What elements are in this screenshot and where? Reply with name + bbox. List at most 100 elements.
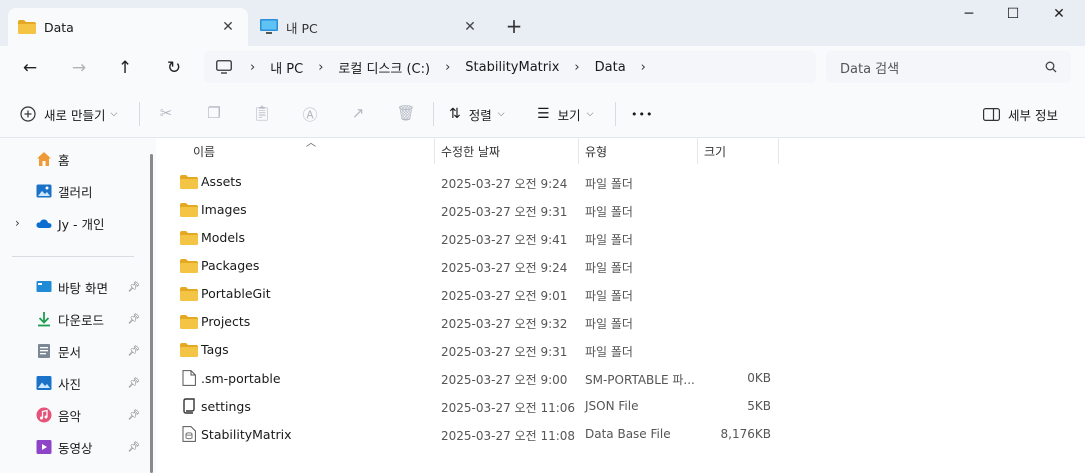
- chevron-down-icon: ⌵: [497, 109, 505, 119]
- file-name-cell: Models: [180, 230, 245, 245]
- file-row[interactable]: StabilityMatrix 2025-03-27 오전 11:08 Data…: [176, 420, 816, 448]
- maximize-icon[interactable]: ☐: [993, 6, 1033, 22]
- delete-icon[interactable]: 🗑︎: [396, 104, 416, 124]
- refresh-icon[interactable]: ↻: [162, 56, 186, 80]
- file-row[interactable]: Assets 2025-03-27 오전 9:24 파일 폴더: [176, 168, 816, 196]
- sidebar-item-videos[interactable]: 동영상 📌︎: [36, 436, 146, 458]
- file-type: JSON File: [585, 399, 639, 413]
- pin-icon[interactable]: 📌︎: [127, 282, 140, 293]
- sidebar-item-downloads[interactable]: 다운로드 📌︎: [36, 308, 146, 330]
- file-row[interactable]: .sm-portable 2025-03-27 오전 9:00 SM-PORTA…: [176, 364, 816, 392]
- share-icon[interactable]: ↗: [348, 104, 368, 124]
- file-size: 0KB: [747, 371, 771, 385]
- file-name: PortableGit: [201, 286, 271, 301]
- pictures-icon: [36, 376, 52, 390]
- sidebar-item-music[interactable]: 음악 📌︎: [36, 404, 146, 426]
- sidebar-item-pictures[interactable]: 사진 📌︎: [36, 372, 146, 394]
- paste-icon[interactable]: 📋︎: [252, 104, 272, 124]
- column-header-size[interactable]: 크기: [698, 138, 778, 164]
- sidebar-item-onedrive[interactable]: Jy - 개인: [36, 212, 146, 234]
- file-type: 파일 폴더: [585, 205, 633, 219]
- file-row[interactable]: PortableGit 2025-03-27 오전 9:01 파일 폴더: [176, 280, 816, 308]
- pin-icon[interactable]: 📌︎: [127, 346, 140, 357]
- sidebar-item-label: 홈: [58, 152, 70, 168]
- sidebar-item-label: Jy - 개인: [58, 216, 105, 232]
- address-bar: ← → ↑ ↻ › 내 PC › 로컬 디스크 (C:) › Stability…: [0, 46, 1085, 90]
- column-header-name[interactable]: 이름: [187, 138, 435, 164]
- pin-icon[interactable]: 📌︎: [127, 314, 140, 325]
- file-date: 2025-03-27 오전 11:06: [441, 401, 576, 415]
- file-size: 8,176KB: [720, 427, 771, 441]
- up-arrow-icon[interactable]: ↑: [113, 56, 137, 80]
- close-tab-icon[interactable]: ✕: [218, 19, 238, 35]
- tab-data[interactable]: Data ✕: [8, 8, 248, 46]
- more-options-button[interactable]: •••: [631, 102, 653, 126]
- copy-icon[interactable]: ❐: [204, 104, 224, 124]
- expand-chevron-icon[interactable]: ›: [15, 216, 20, 230]
- sidebar-item-gallery[interactable]: 갤러리: [36, 180, 146, 202]
- column-header-type[interactable]: 유형: [579, 138, 697, 164]
- desktop-icon: [36, 281, 52, 292]
- download-icon: [38, 312, 50, 327]
- file-row[interactable]: Models 2025-03-27 오전 9:41 파일 폴더: [176, 224, 816, 252]
- file-name: .sm-portable: [201, 370, 281, 386]
- sidebar-item-label: 사진: [58, 376, 82, 392]
- breadcrumb-item[interactable]: Data: [595, 60, 626, 75]
- details-label: 세부 정보: [1008, 107, 1058, 123]
- plus-circle-icon: [20, 106, 36, 122]
- sidebar-item-label: 동영상: [58, 440, 93, 456]
- folder-icon: [18, 20, 36, 34]
- file-type: 파일 폴더: [585, 317, 633, 331]
- file-name: Assets: [201, 174, 242, 189]
- file-row[interactable]: Packages 2025-03-27 오전 9:24 파일 폴더: [176, 252, 816, 280]
- sort-button[interactable]: ⇅ 정렬 ⌵: [449, 102, 505, 126]
- file-name-cell: Tags: [180, 342, 229, 357]
- file-date: 2025-03-27 오전 9:00: [441, 373, 568, 387]
- breadcrumb-item[interactable]: 내 PC: [270, 58, 303, 77]
- gallery-icon: [36, 184, 52, 198]
- sidebar-item-desktop[interactable]: 바탕 화면 📌︎: [36, 276, 146, 298]
- file-row[interactable]: settings 2025-03-27 오전 11:06 JSON File 5…: [176, 392, 816, 420]
- chevron-right-icon: ›: [574, 59, 580, 75]
- new-tab-icon[interactable]: +: [502, 14, 526, 38]
- sidebar-item-documents[interactable]: 문서 📌︎: [36, 340, 146, 362]
- chevron-down-icon: ⌵: [110, 109, 118, 119]
- sort-icon: ⇅: [449, 106, 461, 122]
- sidebar-divider: [12, 256, 134, 257]
- back-arrow-icon[interactable]: ←: [18, 56, 42, 80]
- file-size: 5KB: [747, 399, 771, 413]
- file-date: 2025-03-27 오전 9:24: [441, 261, 568, 275]
- file-type: 파일 폴더: [585, 177, 633, 191]
- breadcrumb-item[interactable]: 로컬 디스크 (C:): [338, 58, 430, 77]
- file-name-cell: Projects: [180, 314, 250, 329]
- pin-icon[interactable]: 📌︎: [127, 442, 140, 453]
- file-row[interactable]: Tags 2025-03-27 오전 9:31 파일 폴더: [176, 336, 816, 364]
- search-icon: [1045, 61, 1057, 73]
- file-type: 파일 폴더: [585, 289, 633, 303]
- minimize-icon[interactable]: ─: [949, 6, 989, 22]
- column-divider[interactable]: [778, 138, 779, 164]
- folder-icon: [180, 286, 198, 301]
- documents-icon: [38, 344, 50, 358]
- sidebar-scrollbar[interactable]: [150, 154, 153, 473]
- view-button[interactable]: ☰ 보기 ⌵: [537, 102, 593, 126]
- pin-icon[interactable]: 📌︎: [127, 410, 140, 421]
- close-tab-icon[interactable]: ✕: [460, 19, 480, 35]
- breadcrumb-item[interactable]: StabilityMatrix: [465, 60, 559, 75]
- breadcrumb[interactable]: › 내 PC › 로컬 디스크 (C:) › StabilityMatrix ›…: [204, 51, 816, 83]
- details-pane-button[interactable]: 세부 정보: [983, 102, 1058, 126]
- cut-icon[interactable]: ✂: [156, 104, 176, 124]
- file-row[interactable]: Images 2025-03-27 오전 9:31 파일 폴더: [176, 196, 816, 224]
- pin-icon[interactable]: 📌︎: [127, 378, 140, 389]
- file-name: Tags: [201, 342, 229, 357]
- forward-arrow-icon[interactable]: →: [67, 56, 91, 80]
- sidebar-item-home[interactable]: 홈: [36, 148, 146, 170]
- column-header-date[interactable]: 수정한 날짜: [435, 138, 578, 164]
- rename-icon[interactable]: Ⓐ: [300, 104, 320, 124]
- videos-icon: [36, 440, 52, 454]
- file-row[interactable]: Projects 2025-03-27 오전 9:32 파일 폴더: [176, 308, 816, 336]
- new-button[interactable]: 새로 만들기 ⌵: [20, 102, 117, 126]
- tab-my-pc[interactable]: 내 PC ✕: [250, 8, 490, 46]
- close-window-icon[interactable]: ✕: [1039, 6, 1079, 22]
- search-input[interactable]: Data 검색: [826, 51, 1071, 83]
